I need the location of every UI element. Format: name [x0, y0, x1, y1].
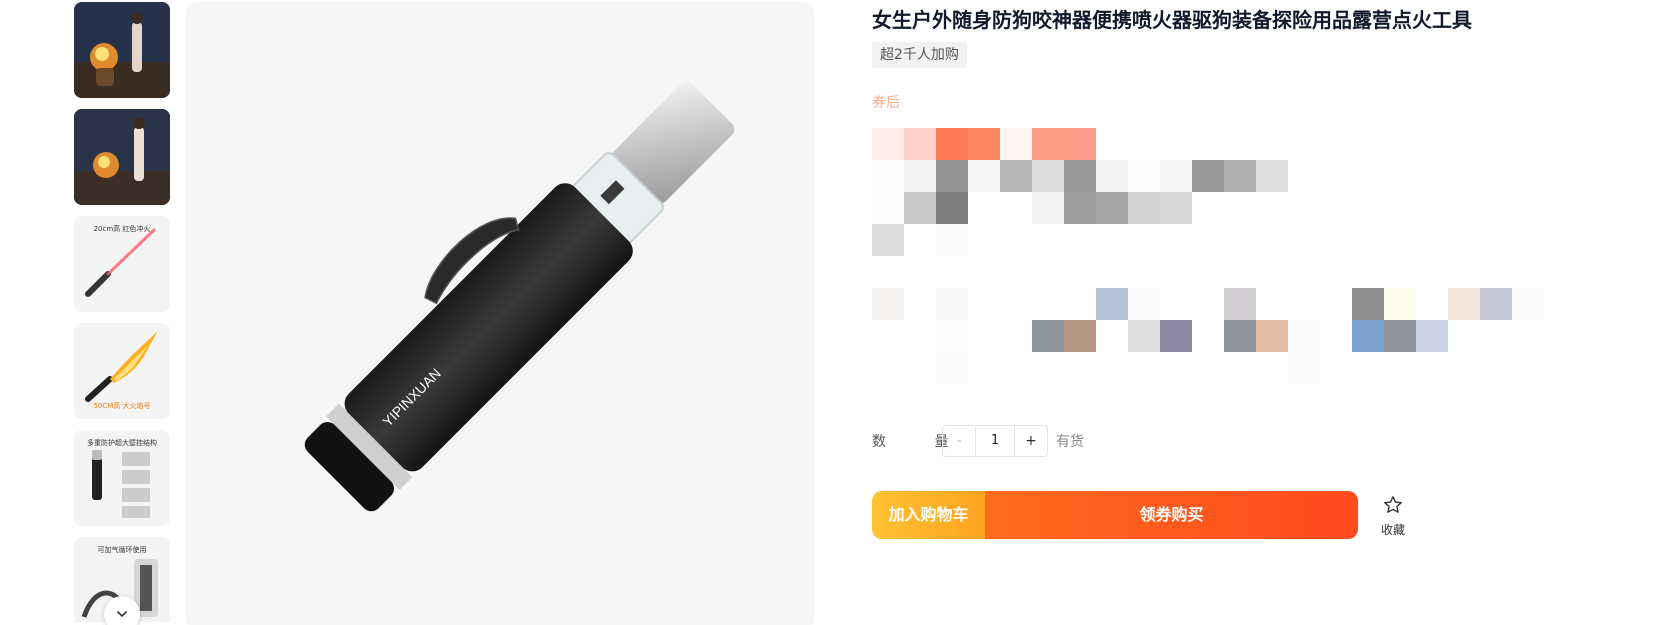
quantity-label: 数 量 — [872, 434, 971, 450]
thumbnail-1[interactable] — [74, 2, 170, 98]
thumbnail-caption: 50CM高 大火焰号 — [93, 402, 151, 410]
product-title: 女生户外随身防狗咬神器便携喷火器驱狗装备探险用品露营点火工具 — [872, 8, 1472, 32]
thumbnail-2[interactable] — [74, 109, 170, 205]
coupon-label: 券后 — [872, 95, 900, 111]
favorite-button[interactable]: 收藏 — [1376, 495, 1410, 538]
stock-status: 有货 — [1056, 434, 1084, 450]
product-page: 20cm高 红色冲火 50CM高 大火焰号 多重防护超大壁挂结构 可加气循环使用… — [0, 0, 1675, 625]
color-options-mosaic — [872, 288, 1552, 418]
thumbnail-scroll-button[interactable] — [104, 596, 140, 625]
thumbnail-strip: 20cm高 红色冲火 50CM高 大火焰号 多重防护超大壁挂结构 可加气循环使用 — [74, 2, 170, 622]
chevron-down-icon — [117, 611, 127, 617]
thumbnail-3[interactable]: 20cm高 红色冲火 — [74, 216, 170, 312]
quantity-input[interactable]: 1 — [975, 426, 1015, 456]
sales-badge: 超2千人加购 — [872, 42, 967, 68]
thumbnail-5[interactable]: 多重防护超大壁挂结构 — [74, 430, 170, 526]
favorite-label: 收藏 — [1380, 523, 1405, 537]
add-to-cart-button[interactable]: 加入购物车 — [872, 491, 985, 539]
quantity-plus-button[interactable]: + — [1015, 426, 1047, 456]
purchase-bar: 加入购物车 领券购买 — [872, 491, 1358, 539]
price-mosaic — [872, 128, 1292, 258]
quantity-row: 数 量 - 1 + 有货 — [872, 425, 1084, 457]
thumbnail-caption: 多重防护超大壁挂结构 — [87, 439, 157, 447]
thumbnail-caption: 可加气循环使用 — [97, 546, 147, 554]
coupon-buy-button[interactable]: 领券购买 — [985, 491, 1358, 539]
thumbnail-caption: 20cm高 红色冲火 — [93, 225, 151, 233]
quantity-stepper: - 1 + — [942, 425, 1048, 457]
main-product-image: YIPINXUAN — [186, 2, 814, 625]
star-outline-icon — [1384, 496, 1402, 513]
thumbnail-4[interactable]: 50CM高 大火焰号 — [74, 323, 170, 419]
quantity-minus-button[interactable]: - — [943, 426, 975, 456]
